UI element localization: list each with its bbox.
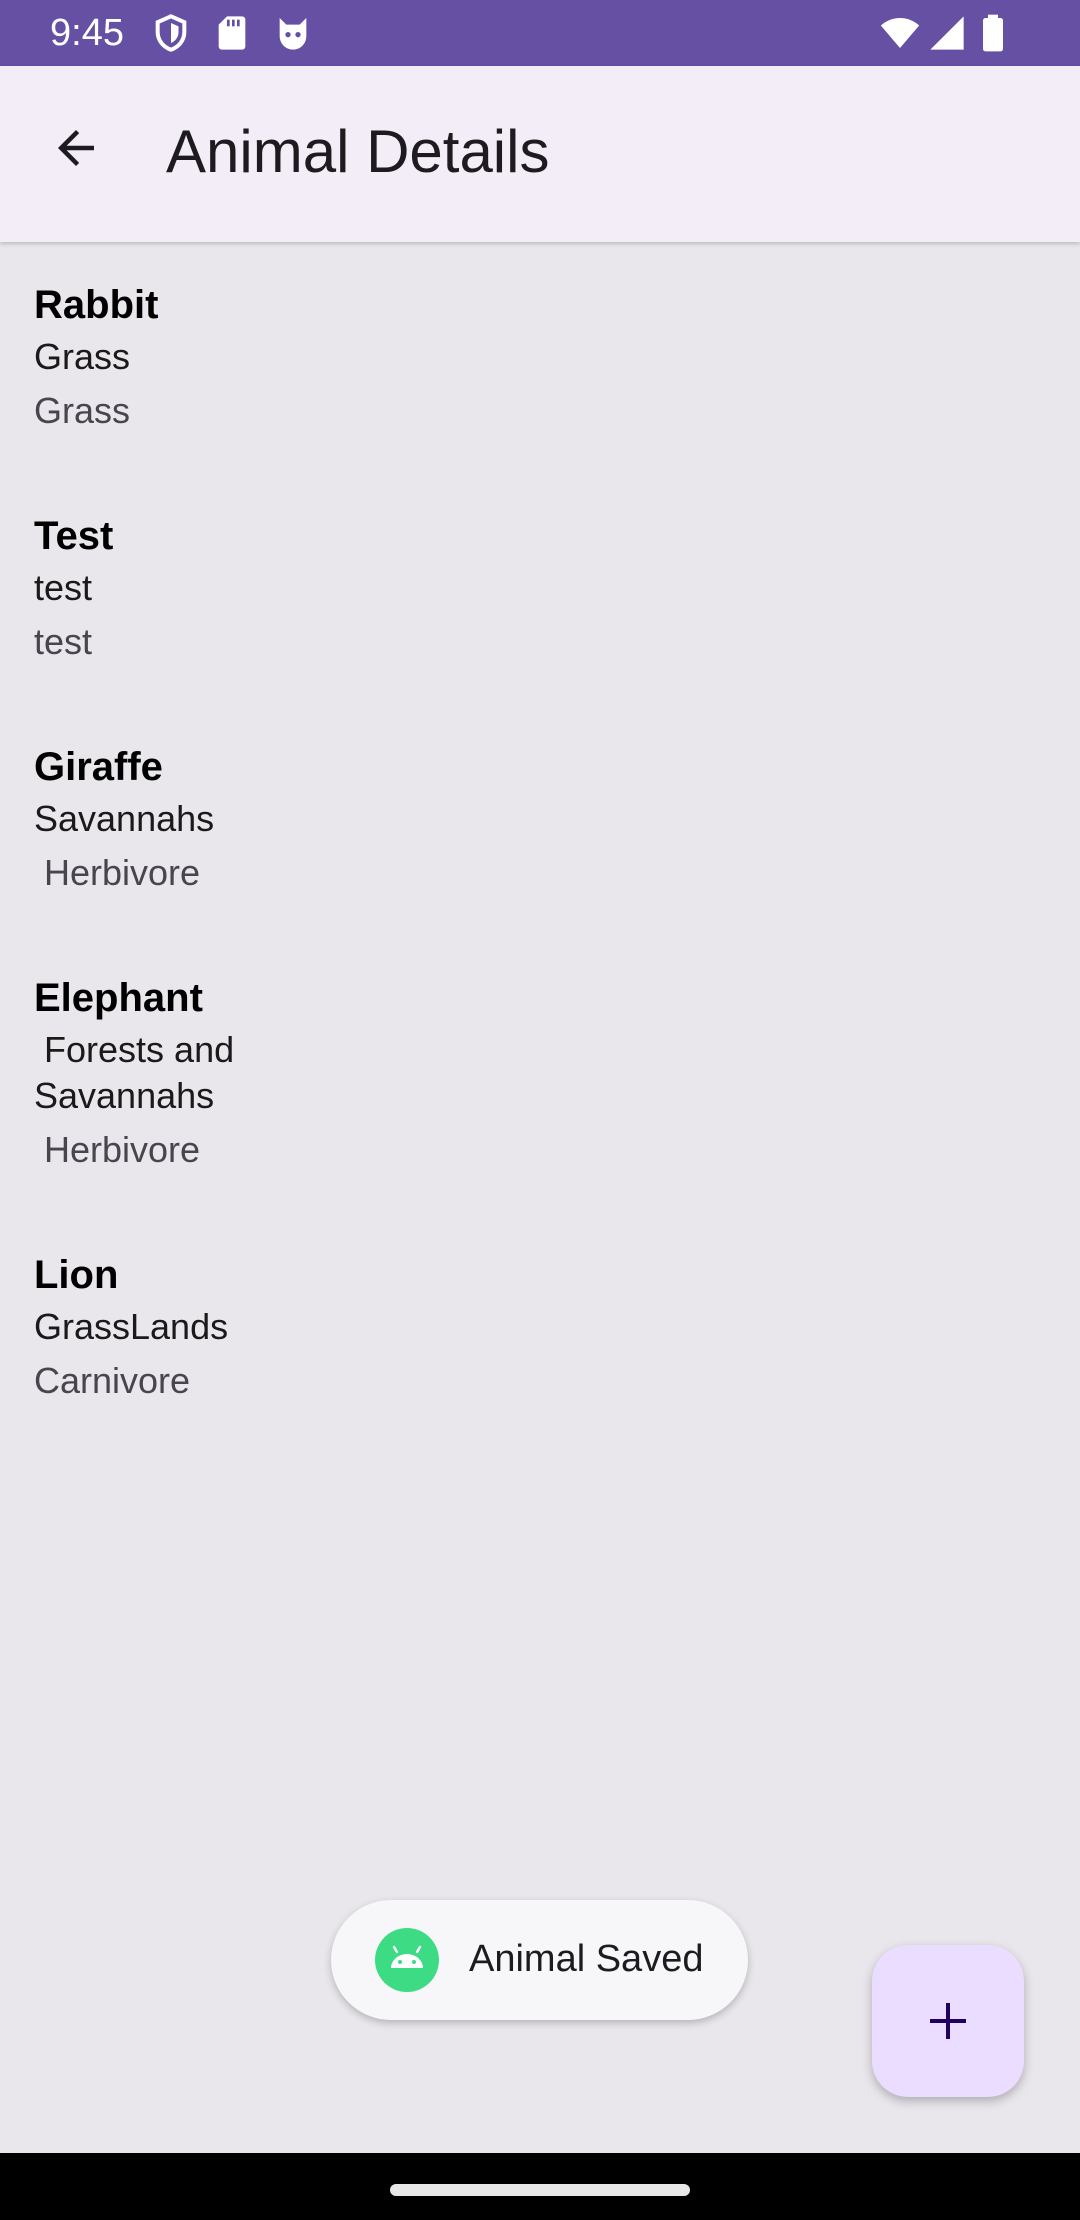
back-button[interactable] bbox=[36, 108, 116, 188]
animal-habitat: GrassLands bbox=[34, 1306, 229, 1347]
animal-name: Giraffe bbox=[34, 745, 163, 789]
plus-icon bbox=[930, 2003, 966, 2039]
list-item-lion[interactable]: Lion GrassLands Carnivore bbox=[34, 1250, 434, 1404]
home-gesture-handle[interactable] bbox=[390, 2184, 690, 2196]
cellular-signal-icon bbox=[927, 13, 967, 53]
battery-icon bbox=[973, 13, 1013, 53]
toast: Animal Saved bbox=[331, 1900, 748, 2020]
animal-diet: Grass bbox=[34, 390, 131, 431]
page-title: Animal Details bbox=[166, 118, 550, 185]
shield-icon bbox=[151, 13, 191, 53]
cat-face-icon bbox=[273, 13, 313, 53]
toast-message: Animal Saved bbox=[469, 1938, 704, 1980]
navigation-bar bbox=[0, 2153, 1080, 2220]
top-app-bar: Animal Details bbox=[0, 66, 1080, 242]
animal-name: Elephant bbox=[34, 976, 203, 1020]
list-item-elephant[interactable]: Elephant Forests and Savannahs Herbivore bbox=[34, 973, 334, 1173]
list-item-giraffe[interactable]: Giraffe Savannahs Herbivore bbox=[34, 742, 434, 896]
screen: 9:45 Animal Details Rabbit Grass Grass T… bbox=[0, 0, 1080, 2220]
animal-diet: test bbox=[34, 621, 93, 662]
animal-habitat: Forests and Savannahs bbox=[34, 1029, 245, 1116]
add-animal-button[interactable] bbox=[872, 1945, 1024, 2097]
animal-name: Rabbit bbox=[34, 283, 159, 327]
animal-habitat: test bbox=[34, 567, 93, 608]
animal-diet: Carnivore bbox=[34, 1360, 191, 1401]
animal-habitat: Savannahs bbox=[34, 798, 215, 839]
list-item-rabbit[interactable]: Rabbit Grass Grass bbox=[34, 280, 434, 434]
wifi-icon bbox=[880, 13, 920, 53]
animal-name: Lion bbox=[34, 1253, 119, 1297]
list-item-test[interactable]: Test test test bbox=[34, 511, 434, 665]
sd-card-icon bbox=[212, 13, 252, 53]
animal-diet: Herbivore bbox=[34, 1129, 201, 1170]
animal-diet: Herbivore bbox=[34, 852, 201, 893]
android-icon bbox=[375, 1928, 439, 1992]
arrow-back-icon bbox=[58, 130, 94, 166]
animal-habitat: Grass bbox=[34, 336, 131, 377]
animal-name: Test bbox=[34, 514, 114, 558]
status-bar: 9:45 bbox=[0, 0, 1080, 66]
status-time: 9:45 bbox=[50, 12, 124, 54]
